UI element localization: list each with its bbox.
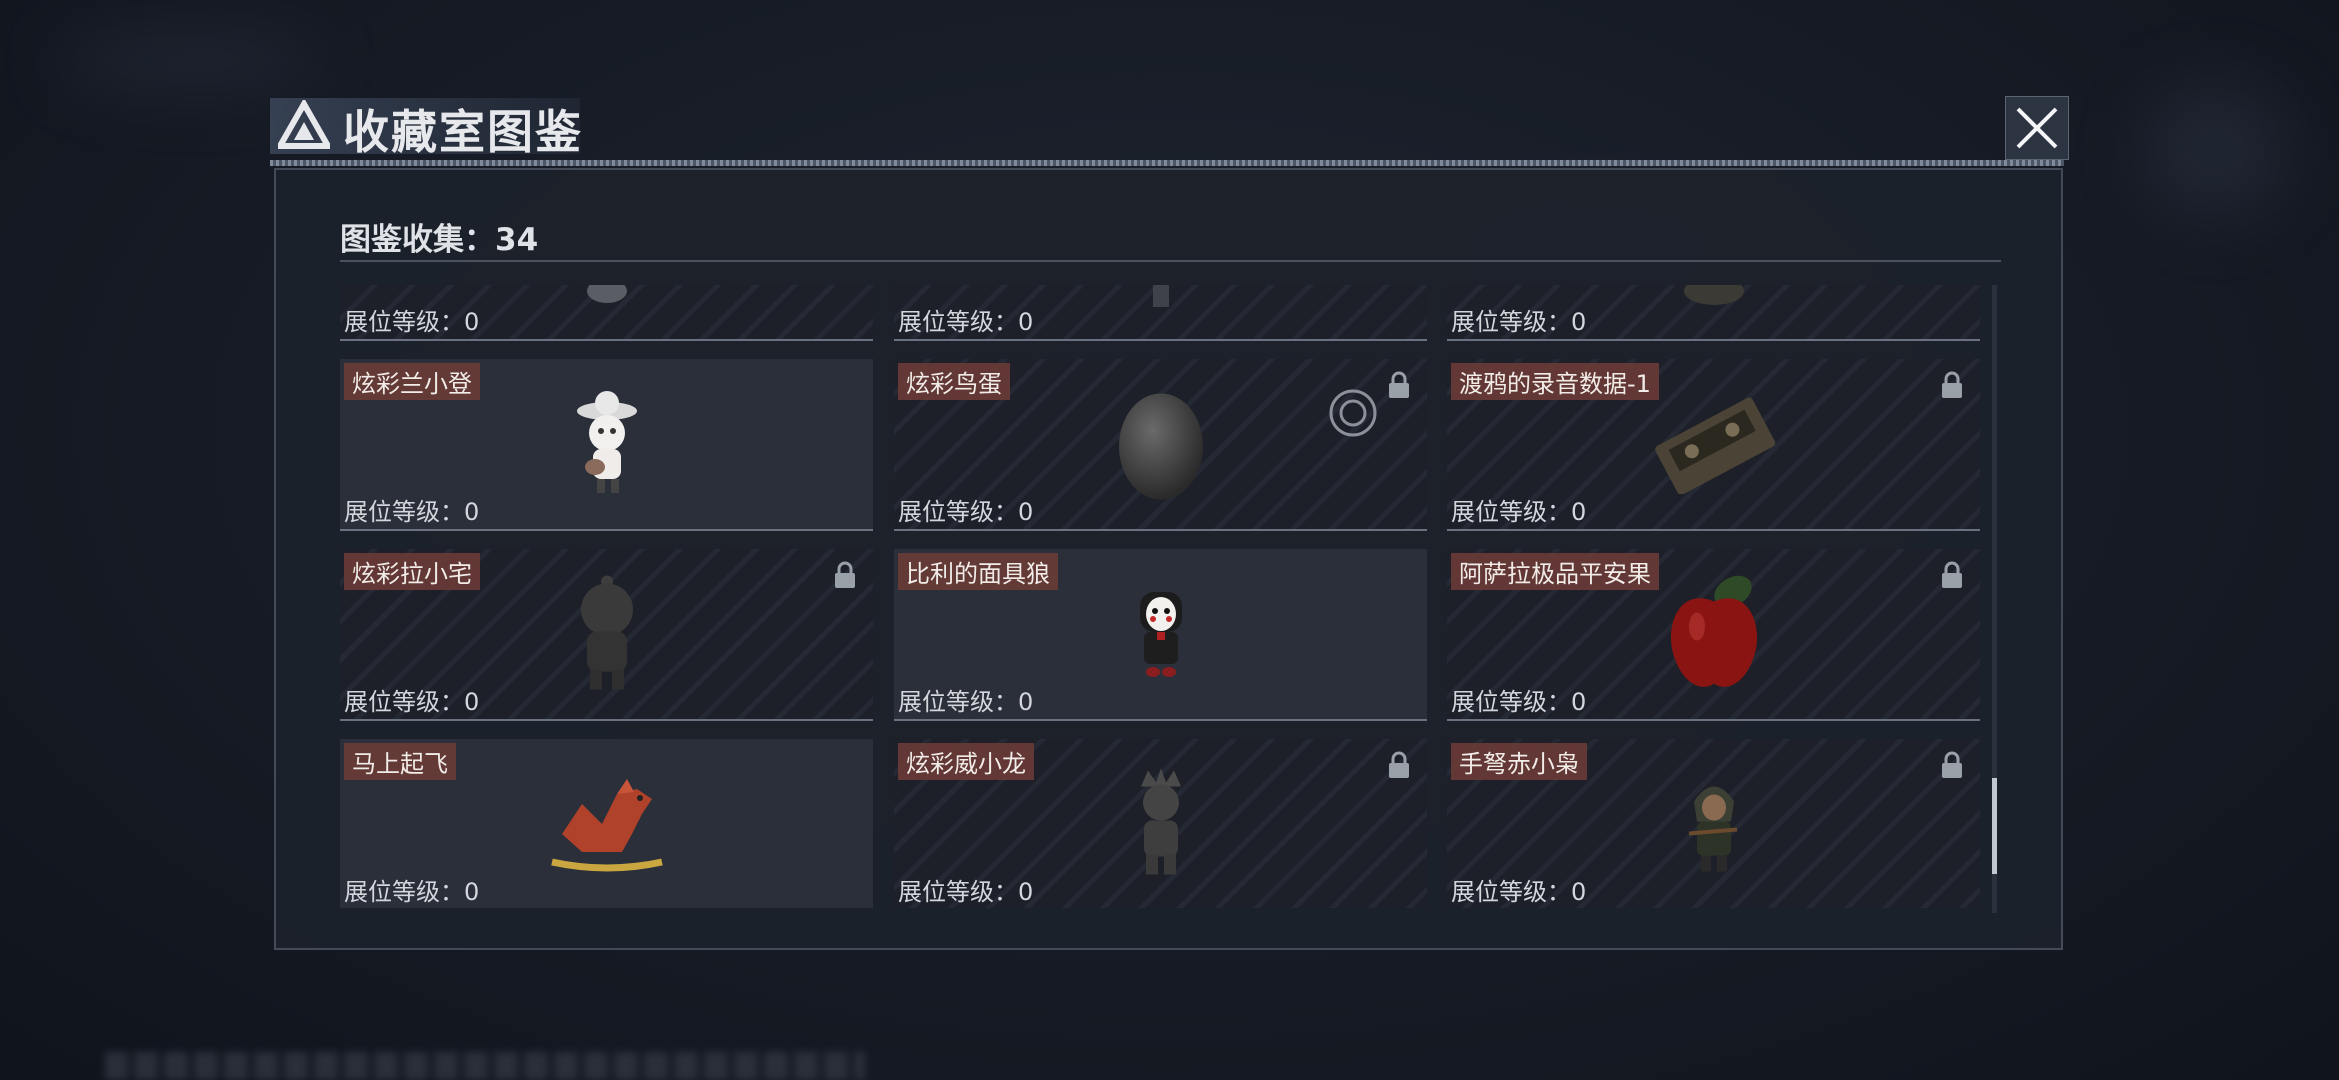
card-name: 炫彩兰小登: [344, 363, 480, 400]
card-name: 手弩赤小枭: [1451, 743, 1587, 780]
collection-card[interactable]: 渡鸦的录音数据-1 展位等级：0: [1447, 359, 1980, 531]
figure-stub-icon: [1152, 285, 1169, 307]
collection-card[interactable]: 阿萨拉极品平安果 展位等级：0: [1447, 549, 1980, 721]
collection-card[interactable]: 比利的面具狼 展位等级：0: [894, 549, 1427, 721]
background-blur: [2140, 80, 2290, 220]
lock-icon: [1942, 751, 1962, 778]
page-title: 收藏室图鉴: [343, 105, 583, 159]
background-blurred-text: [105, 1052, 865, 1080]
card-level: 展位等级：0: [898, 308, 1034, 336]
close-button[interactable]: [2005, 96, 2069, 160]
lock-icon: [1942, 371, 1962, 398]
collection-card[interactable]: 炫彩拉小宅 展位等级：0: [340, 549, 873, 721]
apple-icon: [1670, 575, 1757, 687]
background-blur: [60, 30, 320, 90]
lock-icon: [1389, 751, 1409, 778]
card-level: 展位等级：0: [1451, 498, 1587, 526]
hooded-crossbow-figure-icon: [1688, 786, 1737, 872]
card-level: 展位等级：0: [344, 308, 480, 336]
sombrero-guitar-figure-icon: [576, 391, 637, 493]
puppet-mask-figure-icon: [1139, 592, 1182, 677]
title-divider: [270, 160, 2064, 166]
collection-card[interactable]: 手弩赤小枭 展位等级：0: [1447, 739, 1980, 908]
card-level: 展位等级：0: [898, 688, 1034, 716]
collection-grid[interactable]: 展位等级：0 展位等级：0 展位等级：0 炫彩兰小登 展位等级：0 炫彩鸟蛋 展…: [340, 285, 1980, 908]
card-level: 展位等级：0: [1451, 308, 1587, 336]
collection-card[interactable]: 展位等级：0: [894, 285, 1427, 341]
target-icon: [1329, 389, 1377, 437]
egg-icon: [1118, 393, 1203, 500]
card-name: 阿萨拉极品平安果: [1451, 553, 1659, 590]
lock-icon: [1389, 371, 1409, 398]
card-level: 展位等级：0: [1451, 878, 1587, 906]
card-level: 展位等级：0: [898, 878, 1034, 906]
card-name: 炫彩拉小宅: [344, 553, 480, 590]
hooded-figure-icon: [580, 575, 633, 690]
card-level: 展位等级：0: [344, 878, 480, 906]
crown-figure-icon: [1140, 768, 1181, 875]
scrollbar-thumb[interactable]: [1992, 778, 1997, 874]
collection-divider: [340, 260, 2001, 262]
lock-icon: [1942, 561, 1962, 588]
lock-icon: [835, 561, 855, 588]
rocking-horse-icon: [550, 779, 663, 872]
card-level: 展位等级：0: [1451, 688, 1587, 716]
collection-card[interactable]: 马上起飞 展位等级：0: [340, 739, 873, 908]
collection-card[interactable]: 炫彩兰小登 展位等级：0: [340, 359, 873, 531]
figure-stub-icon: [1683, 285, 1744, 305]
cassette-tape-icon: [1654, 397, 1775, 494]
collection-count: 图鉴收集：34: [340, 222, 539, 258]
collection-card[interactable]: 炫彩威小龙 展位等级：0: [894, 739, 1427, 908]
card-name: 炫彩鸟蛋: [898, 363, 1010, 400]
card-level: 展位等级：0: [898, 498, 1034, 526]
card-name: 马上起飞: [344, 743, 456, 780]
card-name: 比利的面具狼: [898, 553, 1058, 590]
card-name: 炫彩威小龙: [898, 743, 1034, 780]
collection-card[interactable]: 炫彩鸟蛋 展位等级：0: [894, 359, 1427, 531]
close-icon: [2016, 107, 2058, 149]
figure-stub-icon: [586, 285, 627, 303]
card-name: 渡鸦的录音数据-1: [1451, 363, 1659, 400]
collection-card[interactable]: 展位等级：0: [1447, 285, 1980, 341]
card-level: 展位等级：0: [344, 498, 480, 526]
collection-card[interactable]: 展位等级：0: [340, 285, 873, 341]
card-level: 展位等级：0: [344, 688, 480, 716]
logo-triangle-icon: [278, 100, 330, 149]
